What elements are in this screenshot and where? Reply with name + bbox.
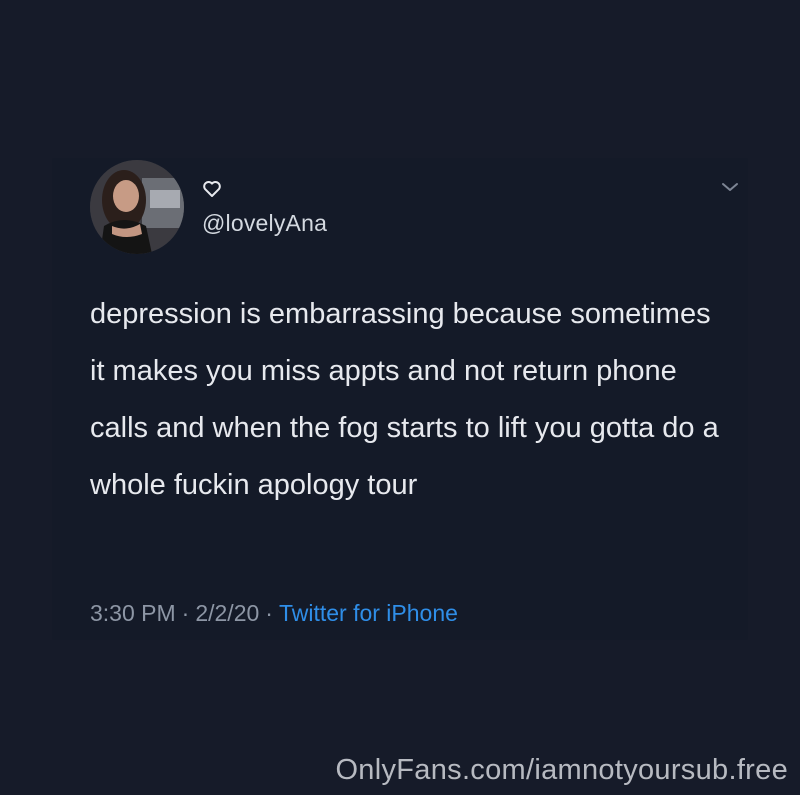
chevron-down-icon[interactable] xyxy=(720,180,740,194)
user-avatar-photo xyxy=(90,160,184,254)
tweet-time: 3:30 PM xyxy=(90,600,176,626)
watermark: OnlyFans.com/iamnotyoursub.free xyxy=(335,754,788,786)
tweet-text: depression is embarrassing because somet… xyxy=(90,298,719,501)
tweet-meta: 3:30 PM · 2/2/20 · Twitter for iPhone xyxy=(90,600,458,627)
meta-separator: · xyxy=(265,600,273,626)
user-handle[interactable]: @lovelyAna xyxy=(202,210,327,237)
tweet-source-link[interactable]: Twitter for iPhone xyxy=(279,600,458,626)
avatar[interactable] xyxy=(90,160,184,254)
tweet-date[interactable]: 2/2/20 xyxy=(195,600,259,626)
meta-separator: · xyxy=(181,600,190,626)
heart-outline-icon xyxy=(202,179,222,199)
